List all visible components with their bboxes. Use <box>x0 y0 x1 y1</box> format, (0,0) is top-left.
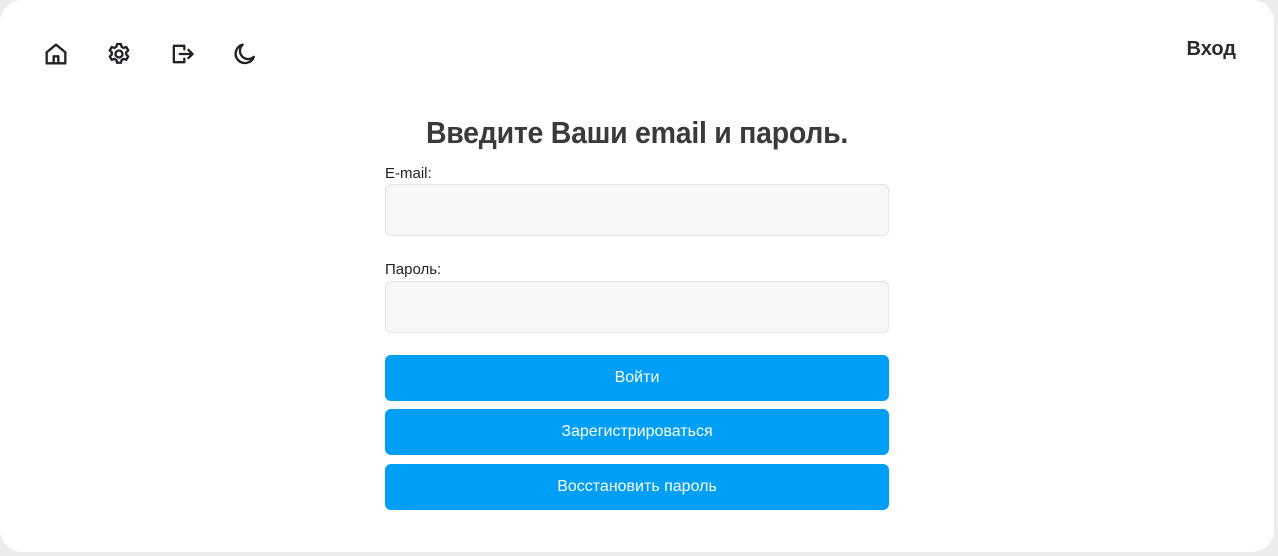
password-label: Пароль: <box>385 261 442 278</box>
login-button[interactable]: Войти <box>385 355 889 401</box>
login-link[interactable]: Вход <box>1187 38 1236 61</box>
gear-icon <box>108 42 130 64</box>
password-field[interactable] <box>385 281 889 333</box>
settings-button[interactable] <box>103 38 135 70</box>
login-form: Введите Ваши email и пароль. E-mail: Пар… <box>385 110 889 510</box>
restore-password-button[interactable]: Восстановить пароль <box>385 464 889 510</box>
moon-icon <box>234 43 255 65</box>
email-field[interactable] <box>385 184 889 236</box>
email-label: E-mail: <box>385 165 432 182</box>
home-icon <box>45 43 67 65</box>
toolbar <box>40 38 292 70</box>
main-card: Вход Введите Ваши email и пароль. E-mail… <box>0 0 1274 552</box>
theme-toggle-button[interactable] <box>229 38 261 70</box>
logout-icon <box>172 44 194 64</box>
logout-button[interactable] <box>166 38 198 70</box>
register-button[interactable]: Зарегистрироваться <box>385 409 889 455</box>
home-button[interactable] <box>40 38 72 70</box>
form-title: Введите Ваши email и пароль. <box>425 115 849 150</box>
